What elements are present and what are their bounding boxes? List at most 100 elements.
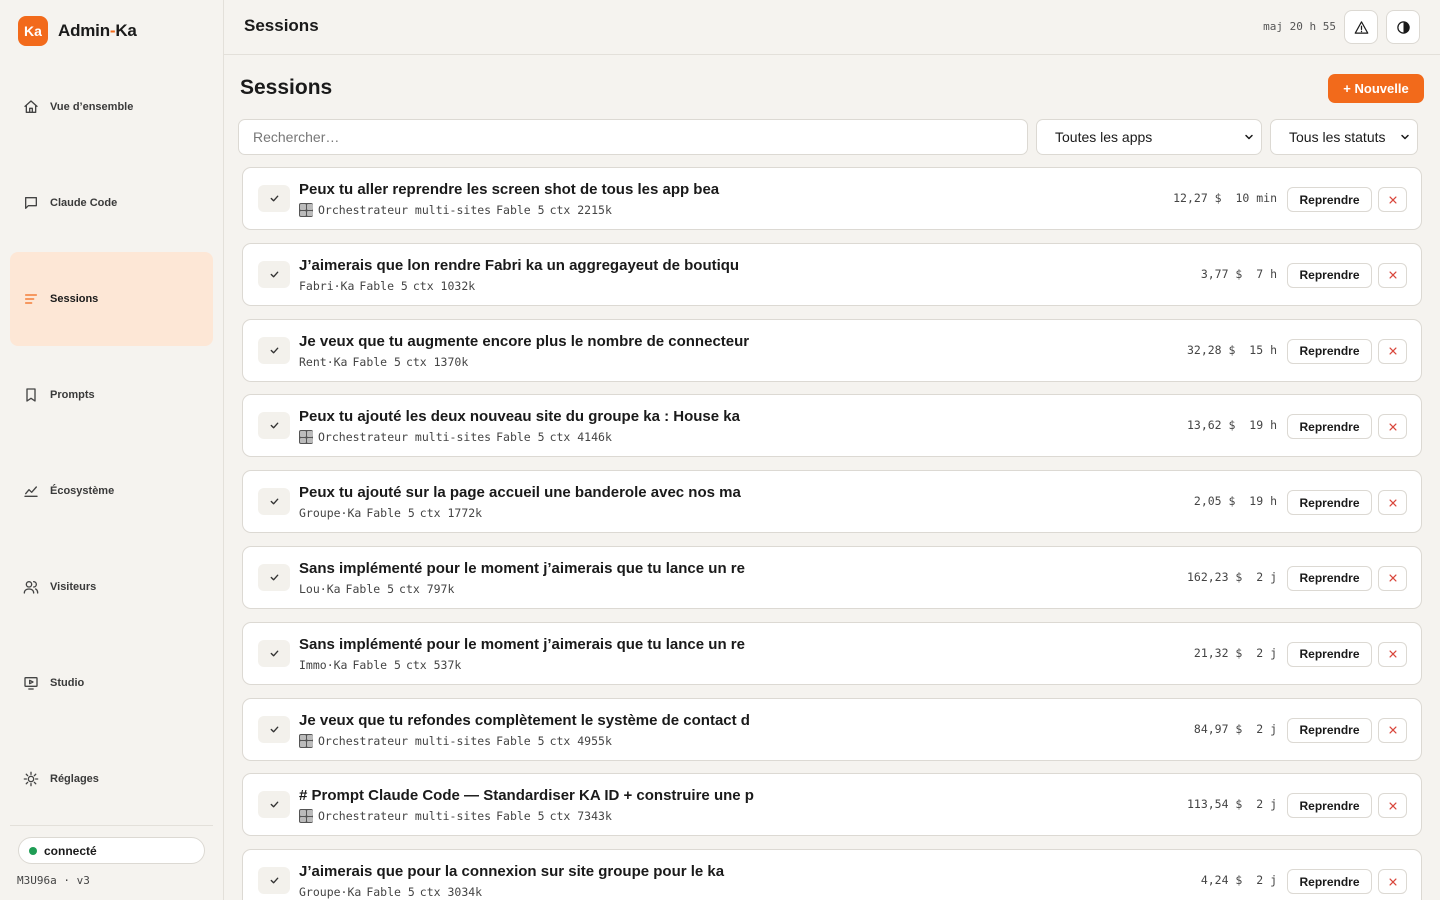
resume-button[interactable]: Reprendre bbox=[1287, 565, 1372, 591]
session-row[interactable]: Je veux que tu augmente encore plus le n… bbox=[242, 318, 1422, 382]
chevron-down-icon bbox=[1401, 134, 1409, 140]
sidebar-item-visitors[interactable]: Visiteurs bbox=[10, 540, 213, 634]
mark-done-button[interactable] bbox=[258, 715, 290, 743]
sidebar-item-prompts[interactable]: Prompts bbox=[10, 348, 213, 442]
delete-button[interactable] bbox=[1378, 793, 1407, 819]
close-icon bbox=[1388, 802, 1397, 810]
session-model: Fable 5 bbox=[496, 809, 545, 824]
version-label: M3U96a · v3 bbox=[17, 874, 90, 887]
session-stats: 162,23 $ 2 j bbox=[1187, 570, 1277, 584]
apps-filter-select[interactable]: Toutes les apps bbox=[1036, 119, 1262, 155]
mark-done-button[interactable] bbox=[258, 260, 290, 288]
mark-done-button[interactable] bbox=[258, 639, 290, 667]
sidebar-item-overview[interactable]: Vue d’ensemble bbox=[10, 60, 213, 154]
session-row[interactable]: J’aimerais que lon rendre Fabri ka un ag… bbox=[242, 242, 1422, 306]
session-title: Je veux que tu refondes complètement le … bbox=[299, 711, 750, 729]
delete-button[interactable] bbox=[1378, 490, 1407, 516]
session-title: Je veux que tu augmente encore plus le n… bbox=[299, 332, 750, 350]
session-row[interactable]: J’aimerais que pour la connexion sur sit… bbox=[242, 849, 1422, 900]
session-row[interactable]: Je veux que tu refondes complètement le … bbox=[242, 697, 1422, 761]
app-grid-icon bbox=[299, 809, 313, 824]
check-icon bbox=[270, 347, 278, 354]
resume-button[interactable]: Reprendre bbox=[1287, 414, 1372, 440]
session-title: J’aimerais que pour la connexion sur sit… bbox=[299, 863, 725, 881]
alerts-button[interactable] bbox=[1344, 10, 1378, 44]
session-model: Fable 5 bbox=[352, 354, 401, 369]
search-input[interactable] bbox=[238, 119, 1028, 155]
session-app: Orchestrateur multi-sites bbox=[318, 809, 492, 824]
session-app: Orchestrateur multi-sites bbox=[318, 733, 492, 748]
mark-done-button[interactable] bbox=[258, 563, 290, 591]
delete-button[interactable] bbox=[1378, 641, 1407, 667]
resume-button[interactable]: Reprendre bbox=[1287, 641, 1372, 667]
delete-button[interactable] bbox=[1378, 414, 1407, 440]
check-icon bbox=[270, 574, 278, 581]
brand[interactable]: Ka Admin-Ka bbox=[18, 16, 137, 46]
close-icon bbox=[1388, 650, 1397, 658]
delete-button[interactable] bbox=[1378, 262, 1407, 288]
session-stats: 32,28 $ 15 h bbox=[1187, 343, 1277, 357]
session-app: Groupe·Ka bbox=[299, 885, 362, 900]
session-age: 2 j bbox=[1256, 721, 1277, 736]
status-filter-value: Tous les statuts bbox=[1289, 129, 1386, 145]
session-stats: 3,77 $ 7 h bbox=[1201, 267, 1277, 281]
resume-button[interactable]: Reprendre bbox=[1287, 338, 1372, 364]
session-cost: 4,24 $ bbox=[1200, 873, 1243, 888]
sidebar-item-studio[interactable]: Studio bbox=[10, 636, 213, 730]
resume-button[interactable]: Reprendre bbox=[1287, 793, 1372, 819]
sidebar-item-ecosystem[interactable]: Écosystème bbox=[10, 444, 213, 538]
session-title: J’aimerais que lon rendre Fabri ka un ag… bbox=[299, 256, 740, 274]
mark-done-button[interactable] bbox=[258, 867, 290, 895]
session-stats: 4,24 $ 2 j bbox=[1201, 873, 1277, 887]
contrast-icon bbox=[1396, 20, 1410, 34]
connection-status: connecté bbox=[18, 837, 205, 864]
mark-done-button[interactable] bbox=[258, 412, 290, 440]
check-icon bbox=[270, 801, 278, 808]
delete-button[interactable] bbox=[1378, 717, 1407, 743]
session-row[interactable]: # Prompt Claude Code — Standardiser KA I… bbox=[242, 773, 1422, 837]
session-model: Fable 5 bbox=[345, 581, 395, 596]
mark-done-button[interactable] bbox=[258, 488, 290, 516]
session-title: Peux tu ajouté sur la page accueil une b… bbox=[299, 484, 741, 502]
delete-button[interactable] bbox=[1378, 869, 1407, 895]
sidebar-item-sessions[interactable]: Sessions bbox=[10, 252, 213, 346]
resume-button[interactable]: Reprendre bbox=[1287, 490, 1372, 516]
session-row[interactable]: Sans implémenté pour le moment j’aimerai… bbox=[242, 621, 1422, 685]
resume-button[interactable]: Reprendre bbox=[1287, 717, 1372, 743]
session-cost: 32,28 $ bbox=[1186, 342, 1236, 357]
session-row[interactable]: Peux tu ajouté les deux nouveau site du … bbox=[242, 394, 1422, 458]
sidebar-item-claude-code[interactable]: Claude Code bbox=[10, 156, 213, 250]
session-meta: Groupe·Ka Fable 5 ctx 1772k bbox=[299, 506, 482, 520]
session-row[interactable]: Peux tu aller reprendre les screen shot … bbox=[242, 167, 1422, 230]
session-model: Fable 5 bbox=[496, 203, 545, 217]
session-ctx: ctx 3034k bbox=[419, 885, 483, 900]
session-model: Fable 5 bbox=[496, 733, 545, 748]
mark-done-button[interactable] bbox=[258, 791, 290, 819]
session-stats: 13,62 $ 19 h bbox=[1187, 418, 1277, 432]
session-row[interactable]: Sans implémenté pour le moment j’aimerai… bbox=[242, 545, 1422, 609]
sidebar-item-settings[interactable]: Réglages bbox=[10, 732, 213, 826]
session-meta: Fabri·Ka Fable 5 ctx 1032k bbox=[299, 279, 475, 293]
session-age: 15 h bbox=[1249, 342, 1277, 357]
session-ctx: ctx 4146k bbox=[549, 430, 612, 445]
sidebar-item-label: Studio bbox=[50, 677, 85, 689]
status-filter-select[interactable]: Tous les statuts bbox=[1270, 119, 1418, 155]
new-session-button[interactable]: + Nouvelle bbox=[1328, 74, 1424, 103]
resume-button[interactable]: Reprendre bbox=[1287, 187, 1372, 212]
mark-done-button[interactable] bbox=[258, 336, 290, 364]
mark-done-button[interactable] bbox=[258, 185, 290, 212]
users-icon bbox=[23, 581, 39, 594]
theme-toggle-button[interactable] bbox=[1386, 10, 1420, 44]
topbar: Sessions maj 20 h 55 bbox=[224, 0, 1440, 55]
resume-button[interactable]: Reprendre bbox=[1287, 262, 1372, 288]
resume-button[interactable]: Reprendre bbox=[1287, 869, 1372, 895]
connection-status-label: connecté bbox=[44, 843, 97, 858]
close-icon bbox=[1388, 271, 1397, 279]
delete-button[interactable] bbox=[1378, 187, 1407, 212]
list-icon bbox=[25, 294, 37, 304]
session-age: 10 min bbox=[1235, 191, 1277, 205]
session-row[interactable]: Peux tu ajouté sur la page accueil une b… bbox=[242, 470, 1422, 534]
delete-button[interactable] bbox=[1378, 338, 1407, 364]
brand-name: Admin-Ka bbox=[58, 21, 137, 40]
delete-button[interactable] bbox=[1378, 565, 1407, 591]
